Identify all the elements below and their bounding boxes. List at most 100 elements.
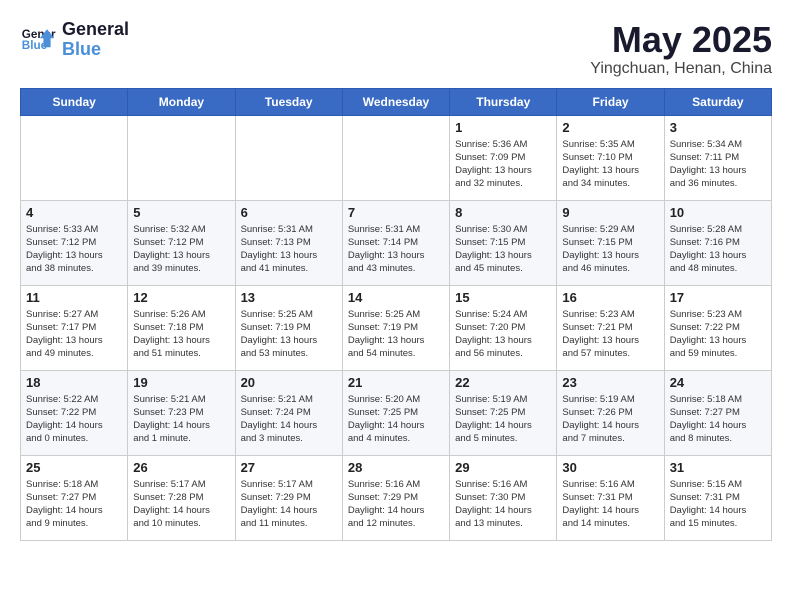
logo-icon: General Blue xyxy=(20,22,56,58)
day-info: Sunrise: 5:25 AM Sunset: 7:19 PM Dayligh… xyxy=(241,308,337,361)
calendar-cell: 8 Sunrise: 5:30 AM Sunset: 7:15 PM Daylig… xyxy=(450,200,557,285)
calendar-cell: 13 Sunrise: 5:25 AM Sunset: 7:19 PM Dayli… xyxy=(235,285,342,370)
day-number: 27 xyxy=(241,460,337,475)
calendar-cell: 28 Sunrise: 5:16 AM Sunset: 7:29 PM Dayli… xyxy=(342,455,449,540)
calendar-week-row: 11 Sunrise: 5:27 AM Sunset: 7:17 PM Dayli… xyxy=(21,285,772,370)
day-number: 30 xyxy=(562,460,658,475)
day-info: Sunrise: 5:16 AM Sunset: 7:31 PM Dayligh… xyxy=(562,478,658,531)
calendar-cell: 14 Sunrise: 5:25 AM Sunset: 7:19 PM Dayli… xyxy=(342,285,449,370)
weekday-header: Saturday xyxy=(664,88,771,115)
day-number: 11 xyxy=(26,290,122,305)
calendar-cell: 22Sunrise: 5:19 AM Sunset: 7:25 PM Dayli… xyxy=(450,370,557,455)
day-number: 28 xyxy=(348,460,444,475)
calendar-cell: 24 Sunrise: 5:18 AM Sunset: 7:27 PM Dayli… xyxy=(664,370,771,455)
day-number: 5 xyxy=(133,205,229,220)
calendar-cell: 1 Sunrise: 5:36 AM Sunset: 7:09 PM Daylig… xyxy=(450,115,557,200)
day-number: 20 xyxy=(241,375,337,390)
calendar-cell: 12 Sunrise: 5:26 AM Sunset: 7:18 PM Dayli… xyxy=(128,285,235,370)
calendar-cell: 3 Sunrise: 5:34 AM Sunset: 7:11 PM Daylig… xyxy=(664,115,771,200)
day-info: Sunrise: 5:21 AM Sunset: 7:24 PM Dayligh… xyxy=(241,393,337,446)
day-number: 9 xyxy=(562,205,658,220)
calendar-cell: 5 Sunrise: 5:32 AM Sunset: 7:12 PM Daylig… xyxy=(128,200,235,285)
page-header: General Blue General Blue May 2025 Yingc… xyxy=(20,20,772,78)
day-number: 18 xyxy=(26,375,122,390)
calendar-cell: 9 Sunrise: 5:29 AM Sunset: 7:15 PM Daylig… xyxy=(557,200,664,285)
weekday-header: Friday xyxy=(557,88,664,115)
calendar-cell: 4 Sunrise: 5:33 AM Sunset: 7:12 PM Daylig… xyxy=(21,200,128,285)
day-info: Sunrise: 5:23 AM Sunset: 7:21 PM Dayligh… xyxy=(562,308,658,361)
day-number: 22 xyxy=(455,375,551,390)
calendar-cell xyxy=(235,115,342,200)
logo-name: General Blue xyxy=(62,20,129,60)
day-info: Sunrise: 5:16 AM Sunset: 7:30 PM Dayligh… xyxy=(455,478,551,531)
calendar-table: SundayMondayTuesdayWednesdayThursdayFrid… xyxy=(20,88,772,541)
day-info: Sunrise: 5:35 AM Sunset: 7:10 PM Dayligh… xyxy=(562,138,658,191)
calendar-week-row: 25Sunrise: 5:18 AM Sunset: 7:27 PM Dayli… xyxy=(21,455,772,540)
calendar-week-row: 1 Sunrise: 5:36 AM Sunset: 7:09 PM Daylig… xyxy=(21,115,772,200)
day-info: Sunrise: 5:18 AM Sunset: 7:27 PM Dayligh… xyxy=(670,393,766,446)
day-number: 19 xyxy=(133,375,229,390)
day-info: Sunrise: 5:31 AM Sunset: 7:13 PM Dayligh… xyxy=(241,223,337,276)
title-block: May 2025 Yingchuan, Henan, China xyxy=(590,20,772,78)
day-info: Sunrise: 5:15 AM Sunset: 7:31 PM Dayligh… xyxy=(670,478,766,531)
day-number: 3 xyxy=(670,120,766,135)
day-number: 1 xyxy=(455,120,551,135)
calendar-title: May 2025 xyxy=(590,20,772,60)
day-number: 15 xyxy=(455,290,551,305)
day-number: 13 xyxy=(241,290,337,305)
calendar-cell: 26 Sunrise: 5:17 AM Sunset: 7:28 PM Dayli… xyxy=(128,455,235,540)
calendar-cell: 15 Sunrise: 5:24 AM Sunset: 7:20 PM Dayli… xyxy=(450,285,557,370)
day-info: Sunrise: 5:19 AM Sunset: 7:26 PM Dayligh… xyxy=(562,393,658,446)
day-number: 26 xyxy=(133,460,229,475)
day-number: 4 xyxy=(26,205,122,220)
calendar-cell: 20 Sunrise: 5:21 AM Sunset: 7:24 PM Dayli… xyxy=(235,370,342,455)
calendar-cell: 6Sunrise: 5:31 AM Sunset: 7:13 PM Daylig… xyxy=(235,200,342,285)
day-info: Sunrise: 5:21 AM Sunset: 7:23 PM Dayligh… xyxy=(133,393,229,446)
day-info: Sunrise: 5:27 AM Sunset: 7:17 PM Dayligh… xyxy=(26,308,122,361)
day-number: 2 xyxy=(562,120,658,135)
calendar-cell xyxy=(21,115,128,200)
day-info: Sunrise: 5:18 AM Sunset: 7:27 PM Dayligh… xyxy=(26,478,122,531)
day-info: Sunrise: 5:25 AM Sunset: 7:19 PM Dayligh… xyxy=(348,308,444,361)
calendar-week-row: 4 Sunrise: 5:33 AM Sunset: 7:12 PM Daylig… xyxy=(21,200,772,285)
day-number: 7 xyxy=(348,205,444,220)
day-number: 17 xyxy=(670,290,766,305)
day-info: Sunrise: 5:30 AM Sunset: 7:15 PM Dayligh… xyxy=(455,223,551,276)
weekday-header: Tuesday xyxy=(235,88,342,115)
calendar-cell: 21 Sunrise: 5:20 AM Sunset: 7:25 PM Dayli… xyxy=(342,370,449,455)
calendar-cell: 2 Sunrise: 5:35 AM Sunset: 7:10 PM Daylig… xyxy=(557,115,664,200)
day-number: 14 xyxy=(348,290,444,305)
day-info: Sunrise: 5:17 AM Sunset: 7:28 PM Dayligh… xyxy=(133,478,229,531)
weekday-header: Wednesday xyxy=(342,88,449,115)
calendar-cell: 31Sunrise: 5:15 AM Sunset: 7:31 PM Dayli… xyxy=(664,455,771,540)
day-number: 24 xyxy=(670,375,766,390)
day-info: Sunrise: 5:28 AM Sunset: 7:16 PM Dayligh… xyxy=(670,223,766,276)
weekday-header-row: SundayMondayTuesdayWednesdayThursdayFrid… xyxy=(21,88,772,115)
day-info: Sunrise: 5:34 AM Sunset: 7:11 PM Dayligh… xyxy=(670,138,766,191)
day-number: 21 xyxy=(348,375,444,390)
day-number: 10 xyxy=(670,205,766,220)
calendar-cell: 25Sunrise: 5:18 AM Sunset: 7:27 PM Dayli… xyxy=(21,455,128,540)
calendar-cell: 10 Sunrise: 5:28 AM Sunset: 7:16 PM Dayli… xyxy=(664,200,771,285)
calendar-cell: 18Sunrise: 5:22 AM Sunset: 7:22 PM Dayli… xyxy=(21,370,128,455)
weekday-header: Monday xyxy=(128,88,235,115)
day-number: 8 xyxy=(455,205,551,220)
day-info: Sunrise: 5:20 AM Sunset: 7:25 PM Dayligh… xyxy=(348,393,444,446)
day-info: Sunrise: 5:26 AM Sunset: 7:18 PM Dayligh… xyxy=(133,308,229,361)
day-number: 23 xyxy=(562,375,658,390)
calendar-cell xyxy=(342,115,449,200)
day-info: Sunrise: 5:33 AM Sunset: 7:12 PM Dayligh… xyxy=(26,223,122,276)
logo: General Blue General Blue xyxy=(20,20,129,60)
day-info: Sunrise: 5:23 AM Sunset: 7:22 PM Dayligh… xyxy=(670,308,766,361)
weekday-header: Thursday xyxy=(450,88,557,115)
day-info: Sunrise: 5:29 AM Sunset: 7:15 PM Dayligh… xyxy=(562,223,658,276)
day-info: Sunrise: 5:32 AM Sunset: 7:12 PM Dayligh… xyxy=(133,223,229,276)
calendar-cell: 16 Sunrise: 5:23 AM Sunset: 7:21 PM Dayli… xyxy=(557,285,664,370)
day-info: Sunrise: 5:16 AM Sunset: 7:29 PM Dayligh… xyxy=(348,478,444,531)
calendar-cell: 19 Sunrise: 5:21 AM Sunset: 7:23 PM Dayli… xyxy=(128,370,235,455)
day-number: 12 xyxy=(133,290,229,305)
day-info: Sunrise: 5:24 AM Sunset: 7:20 PM Dayligh… xyxy=(455,308,551,361)
day-number: 16 xyxy=(562,290,658,305)
day-info: Sunrise: 5:36 AM Sunset: 7:09 PM Dayligh… xyxy=(455,138,551,191)
calendar-cell: 7Sunrise: 5:31 AM Sunset: 7:14 PM Daylig… xyxy=(342,200,449,285)
